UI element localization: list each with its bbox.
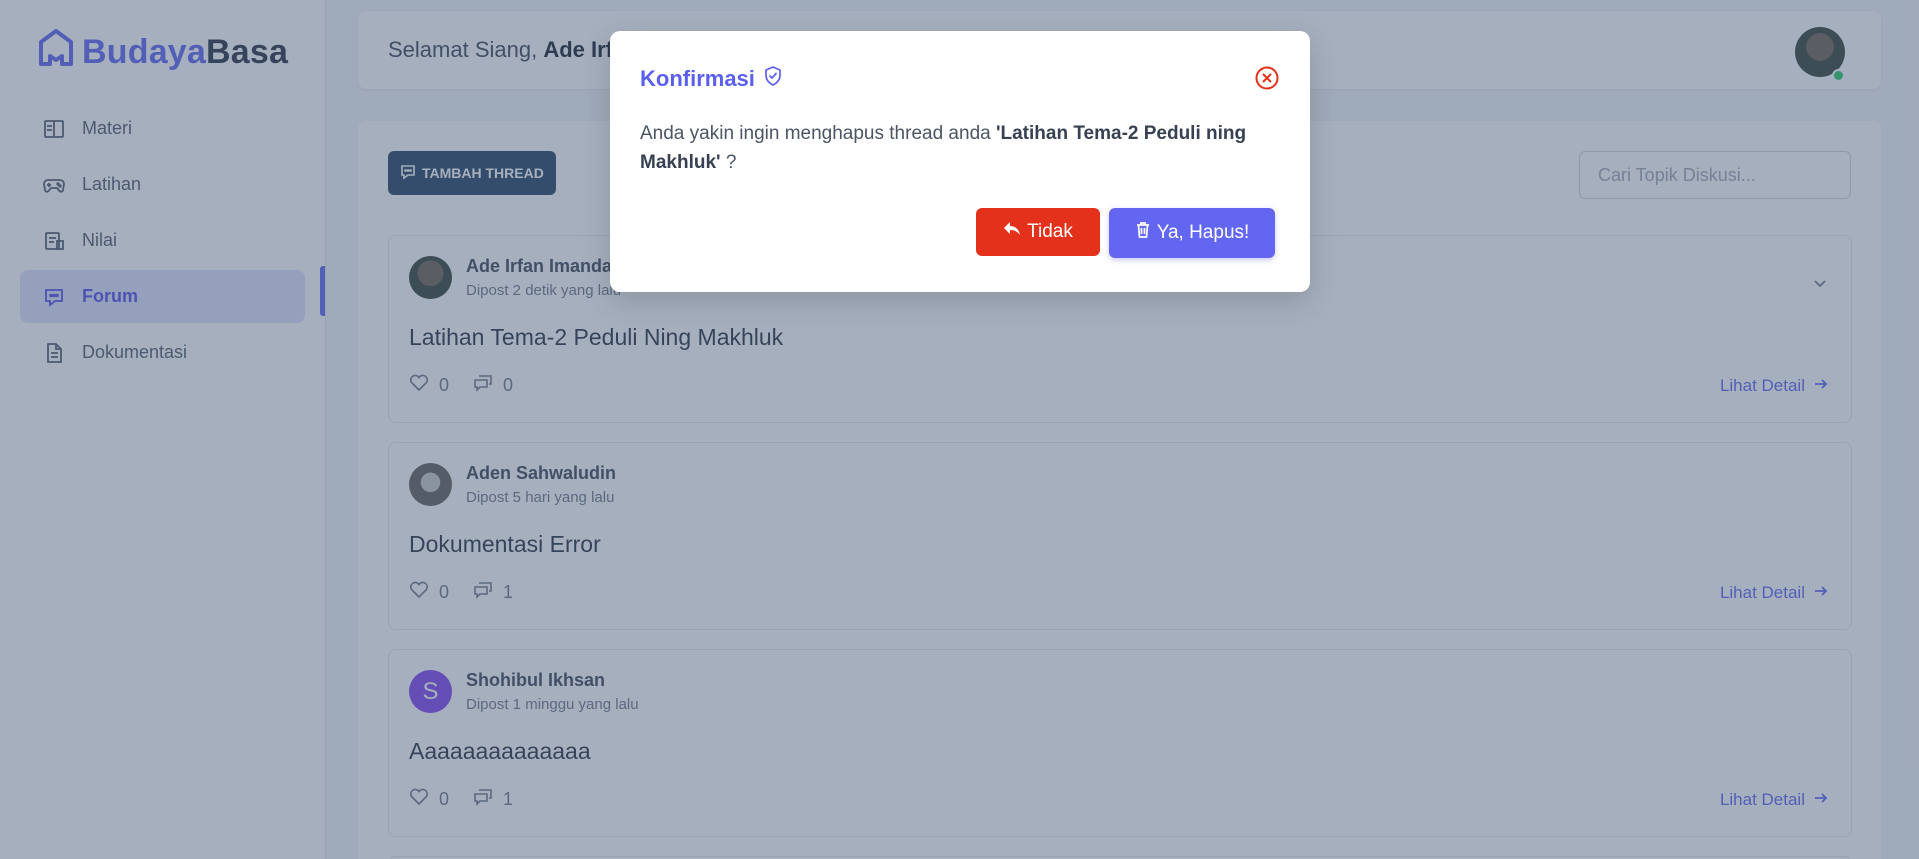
cancel-button[interactable]: Tidak: [976, 208, 1100, 256]
confirm-button-label: Ya, Hapus!: [1156, 222, 1250, 243]
cancel-button-label: Tidak: [1027, 221, 1073, 242]
dialog-title: Konfirmasi: [640, 65, 783, 93]
close-icon[interactable]: [1254, 65, 1280, 91]
reply-arrow-icon: [1003, 221, 1021, 243]
confirm-delete-button[interactable]: Ya, Hapus!: [1109, 208, 1275, 258]
dialog-message-prefix: Anda yakin ingin menghapus thread anda: [640, 123, 991, 144]
confirm-delete-dialog: Konfirmasi Anda yakin ingin menghapus th…: [610, 31, 1310, 292]
dialog-message-suffix: ?: [725, 152, 737, 173]
trash-icon: [1135, 221, 1151, 245]
shield-check-icon: [763, 65, 783, 93]
dialog-message: Anda yakin ingin menghapus thread anda '…: [640, 119, 1280, 177]
dialog-title-text: Konfirmasi: [640, 66, 755, 91]
